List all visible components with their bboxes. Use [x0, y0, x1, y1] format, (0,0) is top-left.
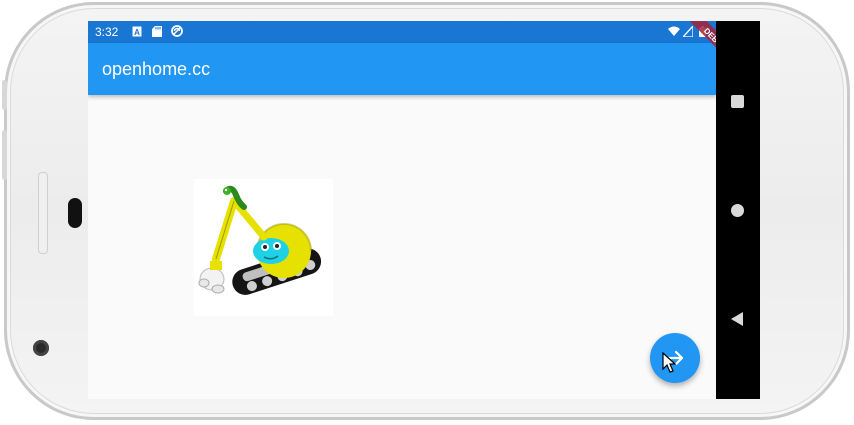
svg-text:A: A [134, 28, 140, 37]
device-screen: 3:32 A openhome.cc [88, 21, 760, 399]
sync-icon [171, 25, 183, 37]
status-time: 3:32 [95, 25, 119, 39]
volume-button [2, 130, 7, 180]
a-icon: A [132, 26, 142, 37]
front-camera [33, 340, 49, 356]
robot-excavator-image [194, 179, 333, 316]
app-title: openhome.cc [102, 59, 211, 79]
side-sensor [38, 172, 48, 254]
earpiece-speaker [68, 198, 82, 228]
mouse-cursor [662, 352, 676, 373]
navigation-bar [716, 21, 760, 399]
app-bar: openhome.cc [88, 43, 716, 95]
power-button [2, 80, 7, 110]
recents-button[interactable] [731, 95, 744, 108]
status-bar: 3:32 A [88, 21, 716, 43]
back-button[interactable] [730, 311, 744, 327]
sd-card-icon [152, 26, 162, 37]
home-button[interactable] [731, 204, 744, 217]
